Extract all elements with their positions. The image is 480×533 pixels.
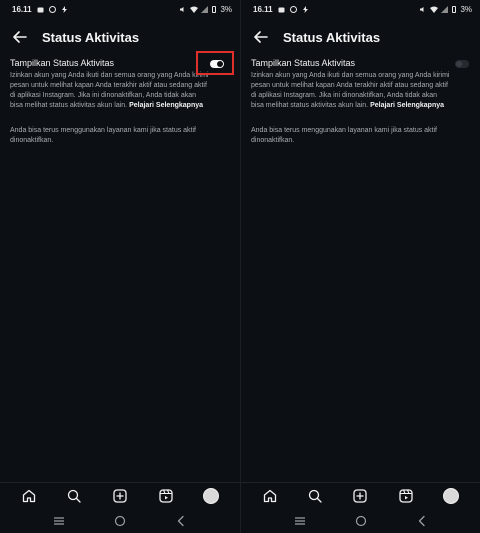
avatar bbox=[443, 487, 460, 504]
setting-title: Tampilkan Status Aktivitas bbox=[251, 58, 356, 68]
bottom-nav bbox=[0, 482, 240, 508]
signal-icon bbox=[441, 5, 449, 13]
arrow-left-icon bbox=[13, 31, 27, 43]
page-title: Status Aktivitas bbox=[283, 29, 381, 45]
reels-icon[interactable] bbox=[395, 485, 417, 507]
avatar bbox=[203, 487, 220, 504]
activity-status-toggle[interactable] bbox=[455, 60, 469, 68]
setting-description: Izinkan akun yang Anda ikuti dan semua o… bbox=[251, 71, 451, 111]
header: Status Aktivitas bbox=[0, 24, 240, 50]
screen-right: 16.11 3% Status Aktivitas Tampilkan Stat… bbox=[240, 0, 480, 533]
recents-icon[interactable] bbox=[50, 512, 68, 530]
wifi-icon bbox=[190, 6, 199, 13]
highlight-box bbox=[196, 51, 234, 75]
create-icon[interactable] bbox=[109, 485, 131, 507]
recents-icon[interactable] bbox=[291, 512, 309, 530]
back-chevron-icon[interactable] bbox=[413, 512, 431, 530]
home-circle-icon[interactable] bbox=[111, 512, 129, 530]
learn-more-link[interactable]: Pelajari Selengkapnya bbox=[129, 102, 203, 109]
battery-icon bbox=[212, 5, 217, 13]
battery-icon bbox=[452, 5, 457, 13]
notification-icon bbox=[278, 6, 285, 13]
flash-icon bbox=[61, 5, 68, 13]
wifi-icon bbox=[430, 6, 439, 13]
status-bar: 16.11 3% bbox=[241, 0, 480, 18]
comparison-container: 16.11 3% Status Aktivitas Tampilkan Stat… bbox=[0, 0, 480, 533]
header: Status Aktivitas bbox=[241, 24, 480, 50]
setting-description: Izinkan akun yang Anda ikuti dan semua o… bbox=[10, 71, 210, 111]
info-note: Anda bisa terus menggunakan layanan kami… bbox=[251, 127, 437, 144]
messenger-icon bbox=[48, 5, 56, 13]
back-button[interactable] bbox=[8, 25, 32, 49]
reels-icon[interactable] bbox=[155, 485, 177, 507]
system-nav bbox=[0, 510, 240, 532]
profile-button[interactable] bbox=[200, 485, 222, 507]
bottom-nav bbox=[241, 482, 480, 508]
signal-icon bbox=[201, 5, 209, 13]
info-note: Anda bisa terus menggunakan layanan kami… bbox=[10, 127, 196, 144]
back-button[interactable] bbox=[249, 25, 273, 49]
create-icon[interactable] bbox=[349, 485, 371, 507]
messenger-icon bbox=[289, 5, 297, 13]
home-icon[interactable] bbox=[259, 485, 281, 507]
system-nav bbox=[241, 510, 480, 532]
screen-left: 16.11 3% Status Aktivitas Tampilkan Stat… bbox=[0, 0, 240, 533]
mute-icon bbox=[419, 6, 426, 13]
learn-more-link[interactable]: Pelajari Selengkapnya bbox=[370, 102, 444, 109]
home-icon[interactable] bbox=[18, 485, 40, 507]
status-bar: 16.11 3% bbox=[0, 0, 240, 18]
profile-button[interactable] bbox=[440, 485, 462, 507]
status-time: 16.11 bbox=[12, 4, 32, 14]
setting-activity-status: Tampilkan Status Aktivitas Izinkan akun … bbox=[251, 58, 470, 111]
battery-level: 3% bbox=[220, 4, 232, 14]
arrow-left-icon bbox=[254, 31, 268, 43]
status-time: 16.11 bbox=[253, 4, 273, 14]
flash-icon bbox=[302, 5, 309, 13]
mute-icon bbox=[179, 6, 186, 13]
page-title: Status Aktivitas bbox=[42, 29, 140, 45]
back-chevron-icon[interactable] bbox=[172, 512, 190, 530]
toggle-knob bbox=[456, 61, 462, 67]
search-icon[interactable] bbox=[304, 485, 326, 507]
search-icon[interactable] bbox=[63, 485, 85, 507]
home-circle-icon[interactable] bbox=[352, 512, 370, 530]
notification-icon bbox=[37, 6, 44, 13]
battery-level: 3% bbox=[460, 4, 472, 14]
